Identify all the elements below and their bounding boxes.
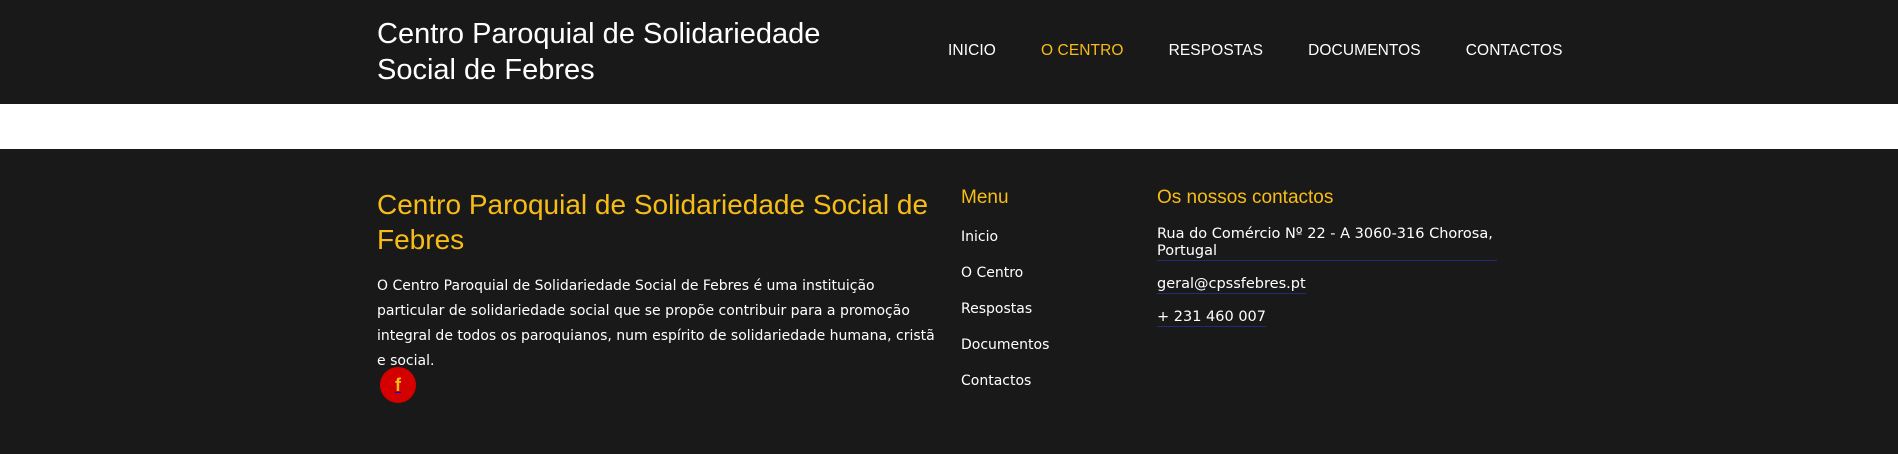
main-nav: INICIO O CENTRO RESPOSTAS DOCUMENTOS CON… [948,42,1608,60]
footer-menu-item-o-centro[interactable]: O Centro [961,265,1023,281]
nav-item-documentos[interactable]: DOCUMENTOS [1308,42,1421,60]
site-title[interactable]: Centro Paroquial de Solidariedade Social… [377,16,897,88]
footer-description: O Centro Paroquial de Solidariedade Soci… [377,278,935,369]
site-header: Centro Paroquial de Solidariedade Social… [0,0,1898,104]
facebook-button[interactable]: f [380,367,416,403]
footer-menu-heading: Menu [961,187,1009,208]
site-footer: Centro Paroquial de Solidariedade Social… [0,149,1898,454]
footer-menu-item-contactos[interactable]: Contactos [961,373,1031,389]
nav-item-respostas[interactable]: RESPOSTAS [1169,42,1264,60]
footer-contacts: Os nossos contactos Rua do Comércio Nº 2… [1157,187,1517,342]
footer-menu-item-respostas[interactable]: Respostas [961,301,1032,317]
nav-item-inicio[interactable]: INICIO [948,42,996,60]
footer-title: Centro Paroquial de Solidariedade Social… [377,189,929,255]
facebook-icon: f [395,374,401,395]
footer-menu-item-documentos[interactable]: Documentos [961,337,1049,353]
content-area [0,104,1898,149]
nav-item-contactos[interactable]: CONTACTOS [1466,42,1563,60]
footer-menu-item-inicio[interactable]: Inicio [961,229,998,245]
nav-item-o-centro[interactable]: O CENTRO [1041,42,1124,60]
footer-contacts-heading: Os nossos contactos [1157,187,1334,208]
contact-email-link[interactable]: geral@cpssfebres.pt [1157,276,1306,294]
contact-phone-link[interactable]: + 231 460 007 [1157,309,1267,327]
contact-address-link[interactable]: Rua do Comércio Nº 22 - A 3060-316 Choro… [1157,226,1497,261]
footer-menu: Menu Inicio O Centro Respostas Documento… [961,187,1049,406]
